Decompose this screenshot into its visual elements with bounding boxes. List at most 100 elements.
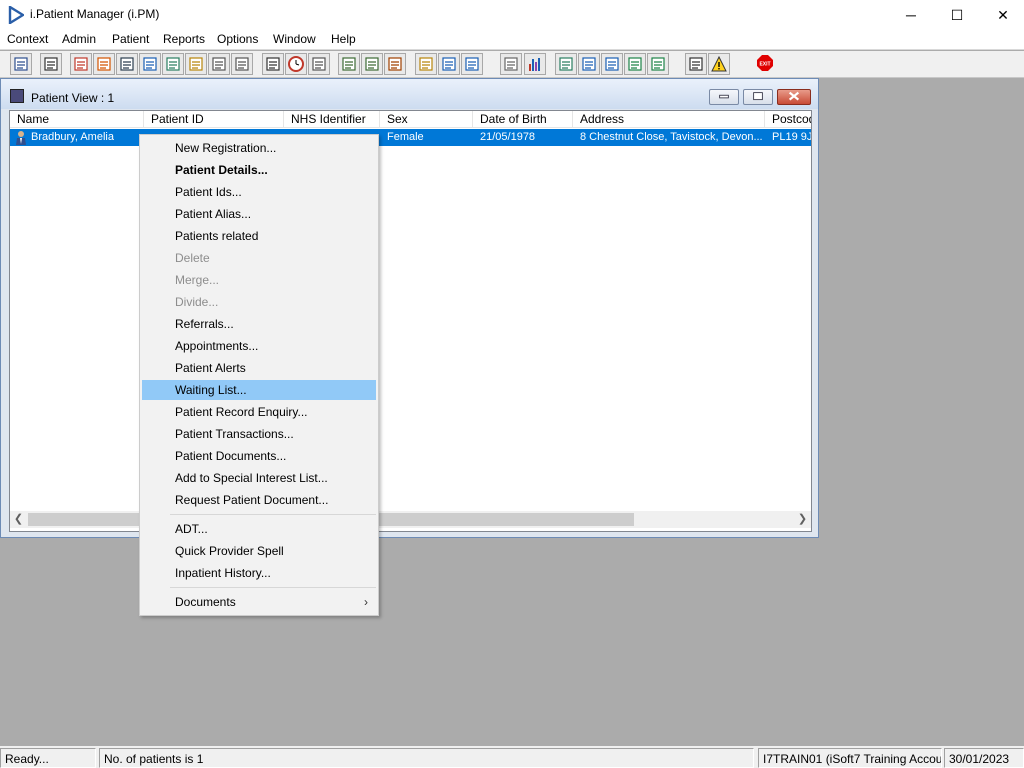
menu-options[interactable]: Options: [217, 32, 258, 46]
clock-button[interactable]: [285, 53, 307, 75]
m-letter-button[interactable]: [139, 53, 161, 75]
table-row[interactable]: Bradbury, Amelia Female 21/05/1978 8 Che…: [10, 129, 811, 146]
menu-item-patients-related[interactable]: Patients related: [142, 226, 376, 246]
column-header-patient-id[interactable]: Patient ID: [144, 111, 284, 128]
submenu-arrow-icon: ›: [364, 595, 368, 609]
warning-button[interactable]: [708, 53, 730, 75]
bar-chart-button[interactable]: [524, 53, 546, 75]
menu-admin[interactable]: Admin: [62, 32, 96, 46]
cell-address: 8 Chestnut Close, Tavistock, Devon...: [580, 131, 762, 143]
menu-item-patient-alerts[interactable]: Patient Alerts: [142, 358, 376, 378]
printer-button[interactable]: [40, 53, 62, 75]
menu-item-label: New Registration...: [175, 141, 277, 155]
menu-item-divide: Divide...: [142, 292, 376, 312]
card-button[interactable]: [338, 53, 360, 75]
document-button[interactable]: [500, 53, 522, 75]
transfer-button[interactable]: [685, 53, 707, 75]
menu-item-patient-transactions[interactable]: Patient Transactions...: [142, 424, 376, 444]
child-close-button[interactable]: [777, 89, 811, 105]
column-header-postcode[interactable]: Postcode: [765, 111, 811, 128]
status-patient-count: No. of patients is 1: [99, 748, 754, 768]
transfer-icon: [689, 57, 703, 71]
menu-item-waiting-list[interactable]: Waiting List...: [142, 380, 376, 400]
patient-view-title: Patient View : 1: [31, 91, 115, 105]
warning-icon: [711, 56, 727, 72]
green-refresh-doc-button[interactable]: [647, 53, 669, 75]
menu-item-patient-ids[interactable]: Patient Ids...: [142, 182, 376, 202]
menu-item-new-registration[interactable]: New Registration...: [142, 138, 376, 158]
stretcher-button[interactable]: [231, 53, 253, 75]
column-header-sex[interactable]: Sex: [380, 111, 473, 128]
form-icon: [120, 57, 134, 71]
menu-item-label: Request Patient Document...: [175, 493, 329, 507]
menu-help[interactable]: Help: [331, 32, 356, 46]
person-button[interactable]: [10, 53, 32, 75]
patient-list: Name Patient ID NHS Identifier Sex Date …: [9, 110, 812, 532]
menu-window[interactable]: Window: [273, 32, 316, 46]
column-header-address[interactable]: Address: [573, 111, 765, 128]
menu-reports[interactable]: Reports: [163, 32, 205, 46]
column-header-name[interactable]: Name: [10, 111, 144, 128]
scroll-left-arrow-icon[interactable]: ❮: [10, 511, 27, 528]
menu-context[interactable]: Context: [7, 32, 48, 46]
menu-item-merge: Merge...: [142, 270, 376, 290]
globe-icon: [559, 57, 573, 71]
menu-item-label: Divide...: [175, 295, 219, 309]
list-button[interactable]: [308, 53, 330, 75]
arrow-down-doc-button[interactable]: [578, 53, 600, 75]
menu-item-label: Patient Alerts: [175, 361, 246, 375]
menu-item-label: Appointments...: [175, 339, 259, 353]
menu-patient[interactable]: Patient: [112, 32, 149, 46]
child-minimize-button[interactable]: [709, 89, 739, 105]
notepad-button[interactable]: [185, 53, 207, 75]
chart-edit-button[interactable]: [93, 53, 115, 75]
menu-item-referrals[interactable]: Referrals...: [142, 314, 376, 334]
scroll-right-arrow-icon[interactable]: ❯: [794, 511, 811, 528]
svg-text:EXIT: EXIT: [759, 62, 770, 68]
cell-dob: 21/05/1978: [480, 131, 536, 143]
menu-item-inpatient-history[interactable]: Inpatient History...: [142, 563, 376, 583]
column-header-nhs-identifier[interactable]: NHS Identifier: [284, 111, 380, 128]
form-button[interactable]: [116, 53, 138, 75]
check-doc-button[interactable]: [601, 53, 623, 75]
patient-icon: [16, 131, 26, 145]
menu-item-patient-record-enquiry[interactable]: Patient Record Enquiry...: [142, 402, 376, 422]
doctor-button[interactable]: [162, 53, 184, 75]
bed-button[interactable]: [438, 53, 460, 75]
maximize-button[interactable]: ☐: [934, 0, 980, 30]
ambulance-button[interactable]: [208, 53, 230, 75]
document-icon: [504, 57, 518, 71]
menu-item-label: Add to Special Interest List...: [175, 471, 328, 485]
menu-item-appointments[interactable]: Appointments...: [142, 336, 376, 356]
people-button[interactable]: [461, 53, 483, 75]
exit-button[interactable]: EXIT: [755, 53, 777, 75]
child-restore-button[interactable]: [743, 89, 773, 105]
column-header-dob[interactable]: Date of Birth: [473, 111, 573, 128]
card-edit-icon: [365, 57, 379, 71]
minimize-button[interactable]: ─: [888, 0, 934, 30]
green-arrow-doc-icon: [628, 57, 642, 71]
menu-item-patient-alias[interactable]: Patient Alias...: [142, 204, 376, 224]
book-button[interactable]: [70, 53, 92, 75]
patient-view-titlebar[interactable]: Patient View : 1: [1, 79, 818, 109]
menu-item-patient-documents[interactable]: Patient Documents...: [142, 446, 376, 466]
globe-button[interactable]: [555, 53, 577, 75]
doctor-icon: [166, 57, 180, 71]
menu-item-label: Documents: [175, 595, 236, 609]
menu-item-add-to-special-interest-list[interactable]: Add to Special Interest List...: [142, 468, 376, 488]
search-doc-button[interactable]: [262, 53, 284, 75]
menu-item-label: Patient Record Enquiry...: [175, 405, 308, 419]
note-button[interactable]: [415, 53, 437, 75]
close-button[interactable]: ✕: [980, 0, 1024, 30]
menu-item-adt[interactable]: ADT...: [142, 519, 376, 539]
green-arrow-doc-button[interactable]: [624, 53, 646, 75]
status-date: 30/01/2023: [944, 748, 1024, 768]
menu-item-patient-details[interactable]: Patient Details...: [142, 160, 376, 180]
menu-item-request-patient-document[interactable]: Request Patient Document...: [142, 490, 376, 510]
menu-item-label: Merge...: [175, 273, 220, 287]
menu-item-documents[interactable]: Documents ›: [142, 592, 376, 612]
card-edit-button[interactable]: [361, 53, 383, 75]
menu-item-quick-provider-spell[interactable]: Quick Provider Spell: [142, 541, 376, 561]
compass-button[interactable]: [384, 53, 406, 75]
horizontal-scrollbar[interactable]: ❮ ❯: [10, 511, 811, 528]
